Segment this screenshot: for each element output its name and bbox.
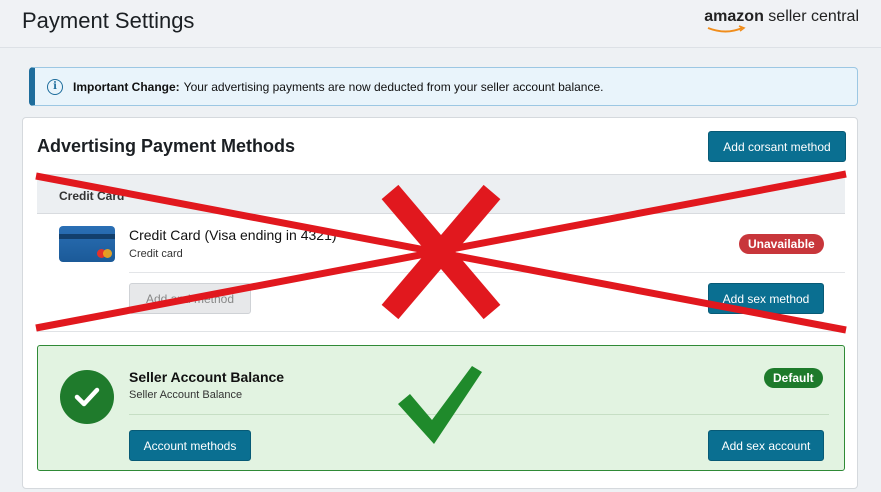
top-bar: Payment Settings amazon seller central (0, 0, 881, 48)
unavailable-badge: Unavailable (739, 234, 824, 254)
credit-card-name: Credit Card (Visa ending in 4321) (129, 227, 337, 243)
credit-card-type: Credit card (129, 248, 183, 260)
important-change-notice: i Important Change: Your advertising pay… (29, 67, 858, 106)
seller-balance-title: Seller Account Balance (129, 369, 285, 385)
credit-card-header: Credit Card (37, 174, 845, 214)
divider (129, 272, 845, 273)
account-methods-button[interactable]: Account methods (129, 430, 251, 461)
add-account-button[interactable]: Add sex account (708, 430, 824, 461)
seller-balance-subtitle: Seller Account Balance (129, 389, 243, 401)
amazon-seller-central-logo[interactable]: amazon seller central (704, 8, 859, 33)
brand-amazon-text: amazon (704, 8, 764, 25)
add-card-method-button[interactable]: Add and method (129, 283, 251, 314)
page-title: Payment Settings (22, 8, 195, 33)
notice-text: Your advertising payments are now deduct… (183, 79, 604, 94)
advertising-payment-methods-card: Advertising Payment Methods Add corsant … (22, 117, 858, 489)
add-method-button[interactable]: Add sex method (708, 283, 824, 314)
info-icon: i (47, 78, 63, 95)
credit-card-row: Credit Card (Visa ending in 4321) Credit… (37, 214, 845, 332)
add-payment-method-button[interactable]: Add corsant method (708, 131, 846, 162)
seller-account-balance-panel[interactable]: Seller Account Balance Seller Account Ba… (37, 345, 845, 471)
default-badge: Default (764, 368, 823, 388)
brand-seller-central-text: seller central (763, 8, 859, 25)
notice-label: Important Change: (73, 79, 180, 94)
amazon-smile-icon (707, 25, 746, 33)
divider (129, 414, 829, 415)
section-title: Advertising Payment Methods (37, 136, 296, 156)
credit-card-icon (59, 226, 115, 262)
check-circle-icon (60, 370, 114, 424)
